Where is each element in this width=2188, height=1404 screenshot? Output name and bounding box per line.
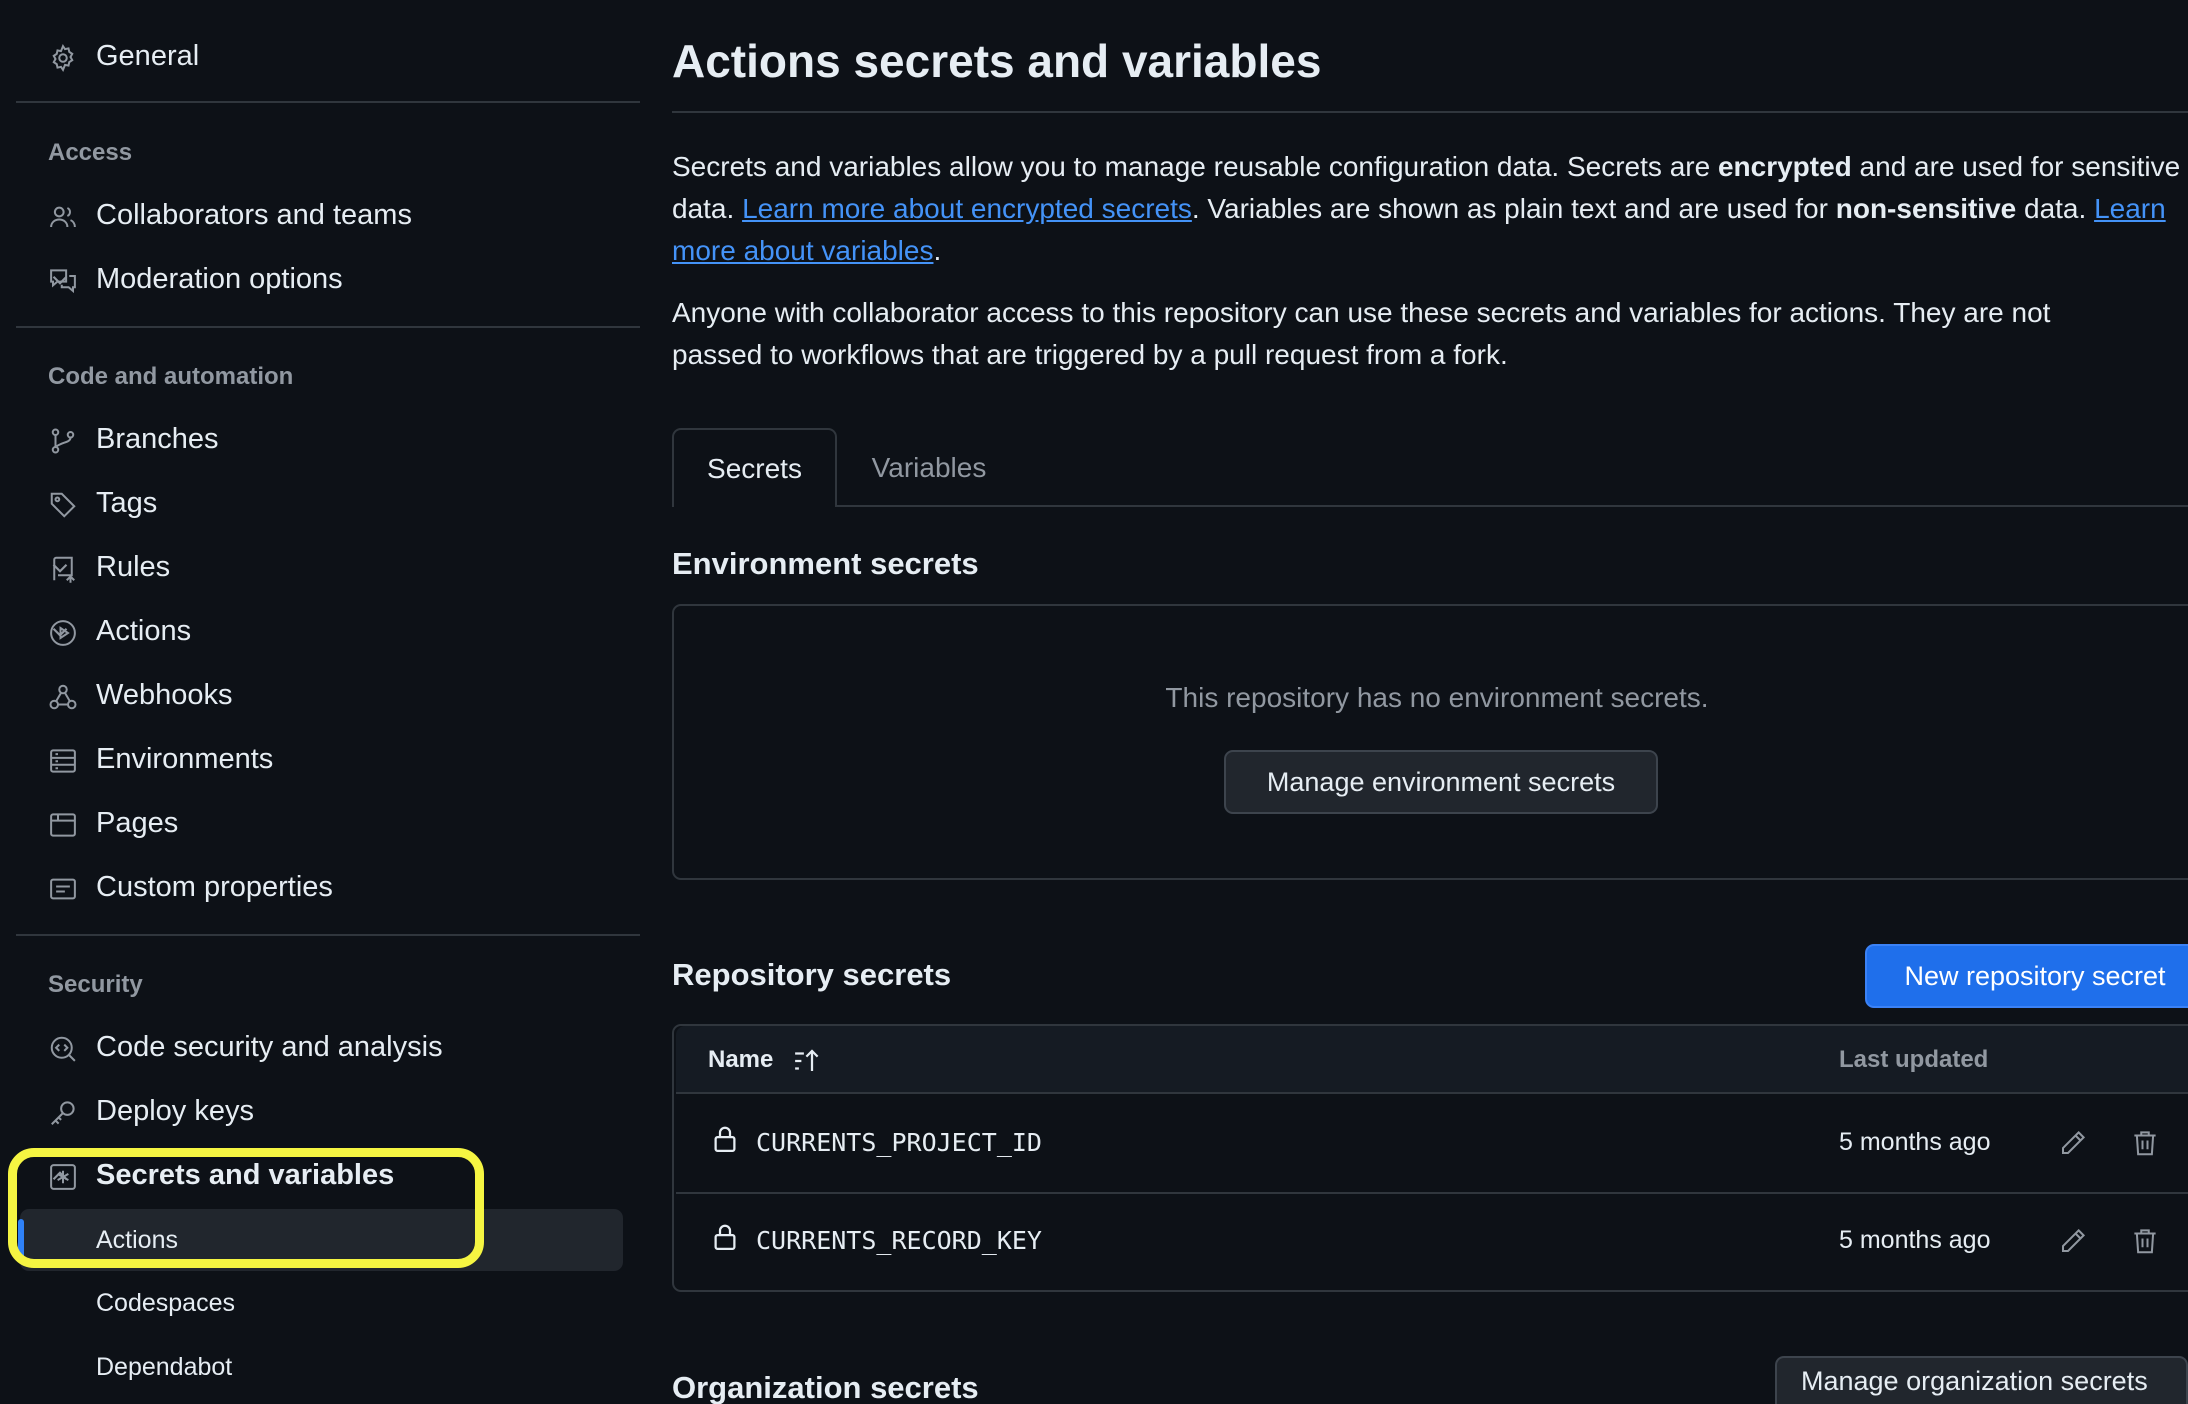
git-branch-icon [46, 424, 80, 458]
people-icon [46, 200, 80, 234]
codescan-icon [46, 1032, 80, 1066]
secret-last-updated: 5 months ago [1839, 1128, 1991, 1156]
learn-more-encrypted-secrets-link[interactable]: Learn more about encrypted secrets [742, 193, 1192, 224]
sidebar-item-label: Custom properties [96, 870, 333, 903]
server-icon [46, 744, 80, 778]
sidebar-item-label: Collaborators and teams [96, 198, 412, 231]
key-icon [46, 1096, 80, 1130]
sidebar-item-tags[interactable]: Tags [16, 474, 640, 532]
main-content: Actions secrets and variables Secrets an… [672, 0, 2188, 1404]
sidebar-item-webhooks[interactable]: Webhooks [16, 666, 640, 724]
chevron-up-icon[interactable] [46, 1162, 74, 1190]
trash-icon[interactable] [2128, 1224, 2162, 1258]
sidebar-item-rules[interactable]: Rules [16, 538, 640, 596]
collaborator-notice: Anyone with collaborator access to this … [672, 297, 2051, 370]
sidebar-item-code-security[interactable]: Code security and analysis [16, 1018, 640, 1076]
settings-sidebar: General Access Collaborators and teams M… [0, 0, 660, 1404]
table-row: CURRENTS_RECORD_KEY 5 months ago [676, 1192, 2188, 1288]
sidebar-item-collaborators[interactable]: Collaborators and teams [16, 186, 640, 244]
secret-name: CURRENTS_PROJECT_ID [756, 1128, 1042, 1157]
chevron-down-icon[interactable] [46, 266, 74, 294]
sidebar-item-label: Secrets and variables [96, 1158, 395, 1191]
intro-text-bold: encrypted [1717, 151, 1852, 182]
sidebar-subitem-label: Actions [96, 1225, 178, 1254]
sidebar-item-label: Webhooks [96, 678, 233, 711]
sidebar-item-moderation[interactable]: Moderation options [16, 250, 640, 308]
browser-icon [46, 808, 80, 842]
tag-icon [46, 488, 80, 522]
intro-text: . Variables are shown as plain text and … [1191, 193, 1836, 224]
intro-text-bold: non-sensitive [1835, 193, 2017, 224]
trash-icon[interactable] [2128, 1126, 2162, 1160]
sidebar-subitem-actions[interactable]: Actions [18, 1209, 623, 1271]
sidebar-item-label: Pages [96, 806, 179, 839]
title-divider [672, 111, 2188, 113]
sidebar-item-custom-properties[interactable]: Custom properties [16, 858, 640, 916]
sidebar-item-deploy-keys[interactable]: Deploy keys [16, 1082, 640, 1140]
tab-variables[interactable]: Variables [854, 428, 1004, 507]
sidebar-item-label: Actions [96, 614, 192, 647]
tab-secrets[interactable]: Secrets [672, 428, 837, 507]
sidebar-item-actions[interactable]: Actions [16, 602, 640, 660]
sidebar-subitem-label: Dependabot [96, 1352, 233, 1381]
sidebar-item-label: Tags [96, 486, 158, 519]
table-body: CURRENTS_PROJECT_ID 5 months ago CURRENT… [676, 1096, 2188, 1288]
sidebar-section-code-automation: Code and automation [48, 363, 294, 390]
secret-name: CURRENTS_RECORD_KEY [756, 1226, 1042, 1255]
chevron-down-icon[interactable] [46, 554, 74, 582]
sidebar-item-label: Moderation options [96, 262, 343, 295]
sort-asc-icon[interactable] [790, 1044, 824, 1078]
note-icon [46, 872, 80, 906]
page-title: Actions secrets and variables [672, 35, 1322, 87]
organization-secrets-heading: Organization secrets [672, 1370, 979, 1404]
sidebar-item-label: Rules [96, 550, 171, 583]
gear-icon [46, 41, 80, 75]
sidebar-item-label: Branches [96, 422, 219, 455]
manage-organization-secrets-button[interactable]: Manage organization secrets [1775, 1356, 2188, 1404]
sidebar-item-label: Code security and analysis [96, 1030, 443, 1063]
table-row: CURRENTS_PROJECT_ID 5 months ago [676, 1096, 2188, 1192]
sidebar-item-pages[interactable]: Pages [16, 794, 640, 852]
pencil-icon[interactable] [2056, 1126, 2090, 1160]
new-repository-secret-button[interactable]: New repository secret [1865, 944, 2188, 1008]
intro-text: data. [2016, 193, 2095, 224]
sidebar-item-branches[interactable]: Branches [16, 410, 640, 468]
table-header: Name Last updated [676, 1026, 2188, 1094]
sidebar-subitem-dependabot[interactable]: Dependabot [20, 1336, 623, 1398]
sidebar-item-environments[interactable]: Environments [16, 730, 640, 788]
sidebar-subitem-label: Codespaces [96, 1288, 235, 1317]
sidebar-section-security: Security [48, 971, 143, 998]
column-last-updated-header: Last updated [1839, 1046, 1989, 1073]
sidebar-divider [16, 934, 640, 936]
repository-secrets-table: Name Last updated CURRENTS_PROJECT_ID 5 … [672, 1024, 2188, 1292]
manage-environment-secrets-button[interactable]: Manage environment secrets [1224, 750, 1658, 814]
sidebar-section-access: Access [48, 139, 133, 166]
chevron-down-icon[interactable] [46, 618, 74, 646]
intro-text: Secrets and variables allow you to manag… [672, 151, 1718, 182]
intro-text: . [933, 235, 942, 266]
environment-secrets-heading: Environment secrets [672, 546, 979, 581]
secret-last-updated: 5 months ago [1839, 1226, 1991, 1254]
sidebar-item-label: Deploy keys [96, 1094, 254, 1127]
pencil-icon[interactable] [2056, 1224, 2090, 1258]
sidebar-item-label: Environments [96, 742, 274, 775]
sidebar-divider [16, 326, 640, 328]
webhook-icon [46, 680, 80, 714]
environment-secrets-box: This repository has no environment secre… [672, 604, 2188, 880]
lock-icon [708, 1122, 742, 1156]
sidebar-divider [16, 101, 640, 103]
column-name-header[interactable]: Name [708, 1046, 773, 1074]
sidebar-item-label: General [96, 39, 200, 72]
empty-state-text: This repository has no environment secre… [1165, 682, 1709, 713]
repository-secrets-heading: Repository secrets [672, 957, 952, 992]
sidebar-item-general[interactable]: General [16, 27, 640, 85]
sidebar-item-secrets-variables[interactable]: Secrets and variables [16, 1146, 640, 1204]
sidebar-subitem-codespaces[interactable]: Codespaces [20, 1272, 623, 1334]
intro-paragraph: Secrets and variables allow you to manag… [672, 146, 2188, 272]
lock-icon [708, 1220, 742, 1254]
